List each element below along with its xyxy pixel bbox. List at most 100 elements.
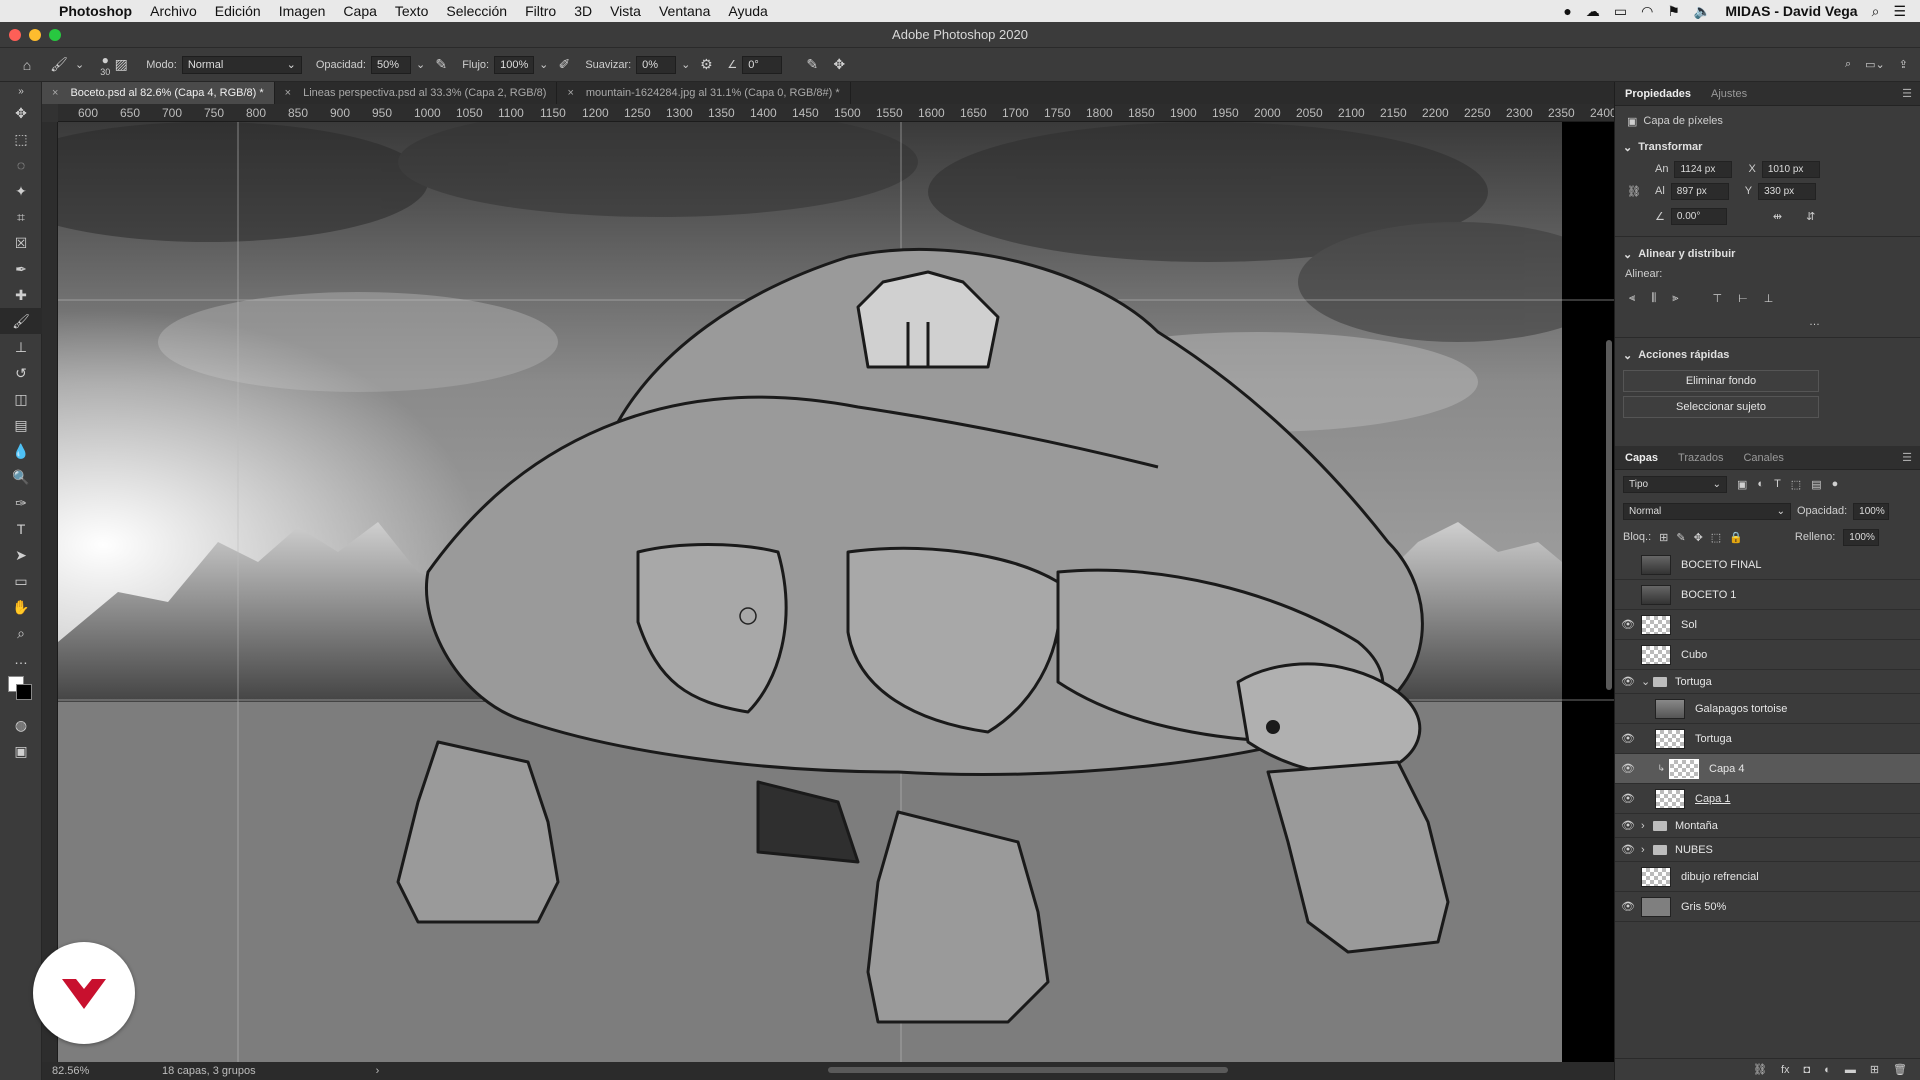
eraser-tool-icon[interactable]: ◫: [0, 386, 42, 412]
home-icon[interactable]: ⌂: [16, 54, 38, 76]
canvas-horizontal-scrollbar[interactable]: [828, 1067, 1228, 1073]
path-select-tool-icon[interactable]: ➤: [0, 542, 42, 568]
eye-icon[interactable]: 👁: [1615, 762, 1641, 775]
close-icon[interactable]: ×: [285, 87, 291, 99]
chevron-right-icon[interactable]: ›: [1641, 844, 1653, 856]
smooth-input[interactable]: 0%: [636, 55, 677, 74]
link-icon[interactable]: ⛓: [1627, 185, 1649, 198]
rectangle-tool-icon[interactable]: ▭: [0, 568, 42, 594]
marquee-tool-icon[interactable]: ⬚: [0, 126, 42, 152]
ruler-vertical[interactable]: [42, 122, 58, 1062]
new-group-icon[interactable]: ▬: [1845, 1064, 1856, 1076]
menu-vista[interactable]: Vista: [601, 3, 650, 19]
history-brush-icon[interactable]: ↺: [0, 360, 42, 386]
brush-settings-icon[interactable]: ▨: [110, 54, 132, 76]
doc-tab-mountain[interactable]: × mountain-1624284.jpg al 31.1% (Capa 0, …: [557, 82, 851, 104]
layer-group-row[interactable]: 👁 ⌄ Tortuga: [1615, 670, 1920, 694]
hand-tool-icon[interactable]: ✋: [0, 594, 42, 620]
trash-icon[interactable]: 🗑: [1893, 1063, 1907, 1076]
menu-3d[interactable]: 3D: [565, 3, 601, 19]
maximize-window-button[interactable]: [49, 29, 61, 41]
blur-tool-icon[interactable]: 💧: [0, 438, 42, 464]
flip-vertical-icon[interactable]: ⇵: [1806, 210, 1815, 223]
layer-row[interactable]: dibujo refrencial: [1615, 862, 1920, 892]
eye-icon[interactable]: 👁: [1615, 675, 1641, 688]
share-icon[interactable]: ⇪: [1899, 58, 1908, 71]
search-icon[interactable]: ⌕: [1872, 3, 1880, 20]
adjustment-layer-icon[interactable]: ◐: [1824, 1064, 1831, 1076]
menu-texto[interactable]: Texto: [386, 3, 437, 19]
volume-icon[interactable]: 🔈: [1694, 3, 1711, 20]
lock-transparency-icon[interactable]: ⊞: [1659, 531, 1668, 544]
creative-cloud-icon[interactable]: ☁: [1586, 3, 1600, 20]
smoothing-settings-icon[interactable]: ⚙: [695, 54, 717, 76]
close-icon[interactable]: ×: [567, 87, 573, 99]
workspace-icon[interactable]: ▭⌄: [1865, 58, 1885, 71]
layer-row[interactable]: 👁 Tortuga: [1615, 724, 1920, 754]
tab-adjustments[interactable]: Ajustes: [1701, 82, 1757, 106]
lock-paint-icon[interactable]: ✎: [1676, 531, 1685, 544]
more-icon[interactable]: …: [1809, 316, 1820, 328]
menu-app[interactable]: Photoshop: [50, 3, 141, 19]
layer-group-row[interactable]: 👁 › Montaña: [1615, 814, 1920, 838]
airbrush-icon[interactable]: ✐: [553, 54, 575, 76]
filter-type-icon[interactable]: T: [1774, 478, 1781, 490]
close-window-button[interactable]: [9, 29, 21, 41]
tab-paths[interactable]: Trazados: [1668, 446, 1733, 470]
eye-icon[interactable]: 👁: [1615, 819, 1641, 832]
filter-pixel-icon[interactable]: ▣: [1737, 478, 1747, 491]
brush-tool-icon[interactable]: 🖌: [0, 308, 42, 334]
layer-fill-input[interactable]: 100%: [1843, 528, 1880, 546]
panel-menu-icon[interactable]: ☰: [1902, 451, 1920, 464]
layer-row[interactable]: 👁 Gris 50%: [1615, 892, 1920, 922]
stamp-tool-icon[interactable]: ⊥: [0, 334, 42, 360]
opacity-input[interactable]: 50%: [370, 55, 411, 74]
select-subject-button[interactable]: Seleccionar sujeto: [1623, 396, 1819, 418]
zoom-level[interactable]: 82.56%: [42, 1065, 112, 1077]
menu-imagen[interactable]: Imagen: [270, 3, 335, 19]
menu-ayuda[interactable]: Ayuda: [719, 3, 776, 19]
align-top-icon[interactable]: ⊤: [1713, 292, 1723, 305]
more-tools-icon[interactable]: …: [0, 646, 42, 672]
canvas-vertical-scrollbar[interactable]: [1606, 340, 1612, 690]
flag-icon[interactable]: ⚑: [1667, 3, 1680, 20]
menu-capa[interactable]: Capa: [334, 3, 385, 19]
layer-row[interactable]: 👁 Capa 1: [1615, 784, 1920, 814]
doc-tab-boceto[interactable]: × Boceto.psd al 82.6% (Capa 4, RGB/8) *: [42, 82, 275, 104]
tab-layers[interactable]: Capas: [1615, 446, 1668, 470]
fx-icon[interactable]: fx: [1781, 1064, 1790, 1076]
minimize-window-button[interactable]: [29, 29, 41, 41]
pen-tool-icon[interactable]: ✑: [0, 490, 42, 516]
chevron-down-icon[interactable]: ⌄: [539, 58, 548, 71]
brush-preview-icon[interactable]: ●: [102, 53, 109, 67]
x-input[interactable]: 1010 px: [1761, 160, 1820, 178]
quick-actions-header[interactable]: ⌄ Acciones rápidas: [1615, 344, 1920, 366]
eye-icon[interactable]: 👁: [1615, 843, 1641, 856]
chevron-down-icon[interactable]: ⌄: [75, 58, 84, 71]
pressure-opacity-icon[interactable]: ✎: [430, 54, 452, 76]
filter-adjust-icon[interactable]: ◐: [1757, 478, 1764, 490]
eyedropper-tool-icon[interactable]: ✒: [0, 256, 42, 282]
collapse-toolbar-icon[interactable]: »: [0, 82, 42, 100]
link-layers-icon[interactable]: ⛓: [1753, 1063, 1767, 1076]
rotation-input[interactable]: 0.00°: [1670, 207, 1727, 225]
layer-row[interactable]: BOCETO FINAL: [1615, 550, 1920, 580]
eye-icon[interactable]: 👁: [1615, 900, 1641, 913]
search-icon[interactable]: ⌕: [1845, 58, 1851, 71]
symmetry-icon[interactable]: ✥: [828, 54, 850, 76]
align-center-h-icon[interactable]: ⫼: [1651, 292, 1656, 305]
menu-filtro[interactable]: Filtro: [516, 3, 565, 19]
remove-background-button[interactable]: Eliminar fondo: [1623, 370, 1819, 392]
menu-ventana[interactable]: Ventana: [650, 3, 719, 19]
control-center-icon[interactable]: ☰: [1893, 3, 1906, 20]
chevron-right-icon[interactable]: ›: [376, 1065, 380, 1077]
dodge-tool-icon[interactable]: 🔍: [0, 464, 42, 490]
filter-shape-icon[interactable]: ⬚: [1791, 478, 1801, 491]
menu-seleccion[interactable]: Selección: [437, 3, 516, 19]
panel-menu-icon[interactable]: ☰: [1902, 87, 1920, 100]
layer-group-row[interactable]: 👁 › NUBES: [1615, 838, 1920, 862]
quick-select-tool-icon[interactable]: ✦: [0, 178, 42, 204]
layer-row[interactable]: Cubo: [1615, 640, 1920, 670]
eye-icon[interactable]: 👁: [1615, 792, 1641, 805]
layer-opacity-input[interactable]: 100%: [1853, 502, 1890, 520]
